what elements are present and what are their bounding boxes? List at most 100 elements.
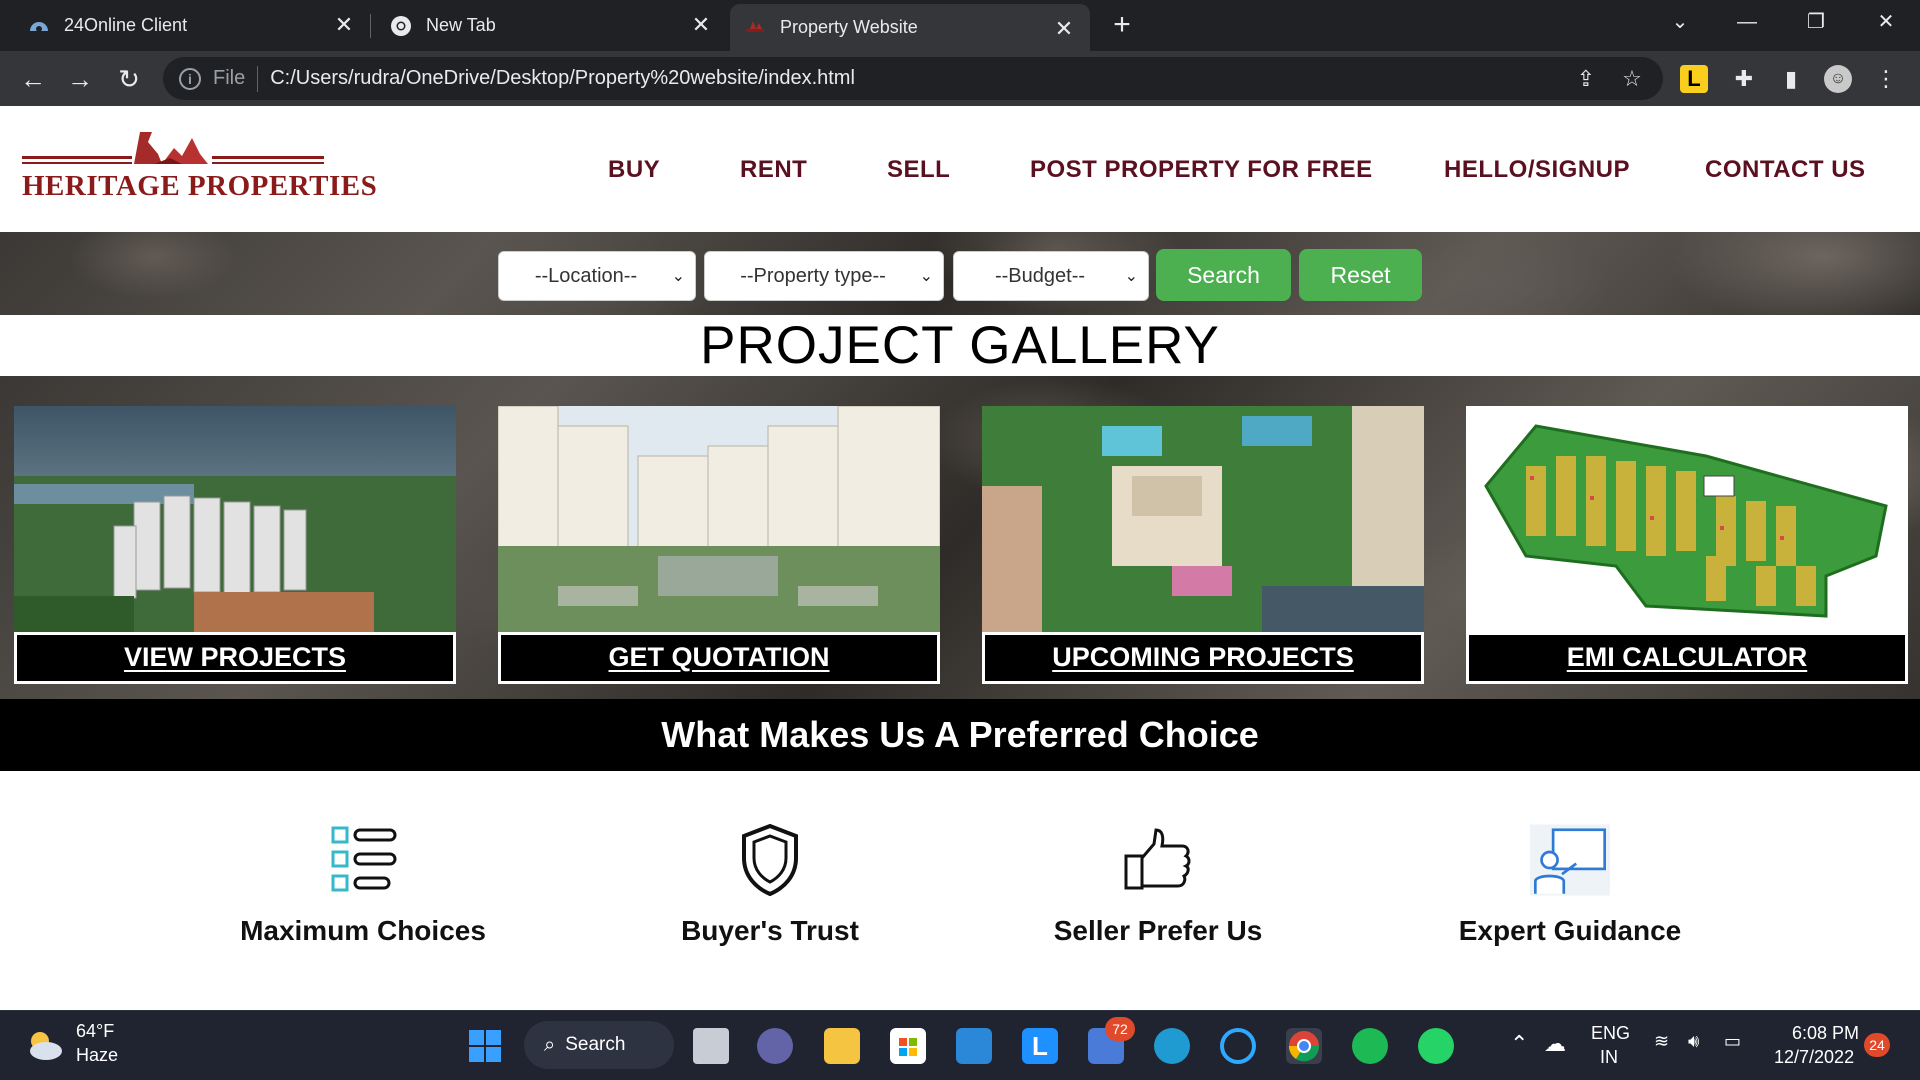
nav-hello-signup[interactable]: HELLO/SIGNUP [1444,156,1630,184]
shield-icon [742,823,798,897]
nav-contact-us[interactable]: CONTACT US [1705,156,1866,184]
project-gallery: VIEW PROJECTS GET QUOTATION UPCOMING PRO… [0,376,1920,699]
checklist-icon [331,826,397,892]
url-text[interactable]: C:/Users/rudra/OneDrive/Desktop/Property… [270,67,855,90]
location-select[interactable]: --Location-- ⌄ [498,251,696,301]
feature-label: Seller Prefer Us [1053,915,1263,946]
close-tab-icon[interactable]: ✕ [332,13,356,37]
teams-chat-icon[interactable] [757,1028,793,1064]
property-type-select[interactable]: --Property type-- ⌄ [704,251,944,301]
wifi-icon[interactable]: ≋ [1654,1031,1669,1052]
cloud-app-icon [28,15,50,37]
weather-desc: Haze [76,1045,119,1065]
taskbar-search-label: Search [565,1034,626,1055]
card-emi-calculator[interactable]: EMI CALCULATOR [1466,406,1908,684]
feature-label: Maximum Choices [240,915,486,946]
plot-layout-map-image [1466,406,1908,632]
clock-date[interactable]: 12/7/2022 [1774,1047,1854,1068]
tab-24online-client[interactable]: 24Online Client ✕ [0,0,370,51]
close-window-button[interactable]: ✕ [1866,8,1906,36]
card-upcoming-projects[interactable]: UPCOMING PROJECTS [982,406,1424,684]
task-view-icon[interactable] [693,1028,729,1064]
restore-button[interactable]: ❐ [1796,8,1836,36]
whatsapp-icon[interactable] [1418,1028,1454,1064]
nav-rent[interactable]: RENT [740,156,807,184]
windows-taskbar: 64°F Haze ⌕ Search L 72 ⌃ ☁ ENG IN ≋ 🔊︎ … [0,1010,1920,1080]
forward-arrow-icon[interactable]: → [63,62,97,96]
address-bar[interactable]: i File C:/Users/rudra/OneDrive/Desktop/P… [163,57,1663,100]
chevron-down-icon: ⌄ [919,268,933,285]
browser-tab-strip: 24Online Client ✕ New Tab ✕ Property Web… [0,0,1920,51]
feature-seller-prefer-us: Seller Prefer Us [978,820,1338,947]
microsoft-store-icon[interactable] [890,1028,926,1064]
presenter-icon [1530,824,1610,896]
view-projects-label[interactable]: VIEW PROJECTS [14,632,456,684]
language-region[interactable]: IN [1600,1047,1618,1068]
mail-icon[interactable] [956,1028,992,1064]
tab-property-website[interactable]: Property Website ✕ [730,4,1090,51]
property-search-bar: --Location-- ⌄ --Property type-- ⌄ --Bud… [0,232,1920,315]
cortana-icon[interactable] [1220,1028,1256,1064]
chevron-down-icon: ⌄ [1124,268,1138,285]
close-tab-icon[interactable]: ✕ [689,13,713,37]
minimize-button[interactable]: — [1727,8,1767,36]
upcoming-projects-label[interactable]: UPCOMING PROJECTS [982,632,1424,684]
new-tab-button[interactable]: + [1107,10,1137,40]
taskbar-search[interactable]: ⌕ Search [524,1021,674,1069]
nav-post-property[interactable]: POST PROPERTY FOR FREE [1030,156,1373,184]
nav-sell[interactable]: SELL [887,156,950,184]
chevron-down-icon: ⌄ [671,268,685,285]
feature-label: Buyer's Trust [681,915,859,946]
volume-icon[interactable]: 🔊︎ [1688,1031,1699,1052]
property-type-select-value: --Property type-- [740,264,886,287]
edge-icon[interactable] [1154,1028,1190,1064]
chevron-up-icon[interactable]: ⌃ [1510,1031,1528,1057]
site-favicon-icon [744,17,766,39]
feature-buyers-trust: Buyer's Trust [590,820,950,947]
notification-count-badge[interactable]: 24 [1864,1033,1890,1057]
search-icon: ⌕ [544,1033,556,1056]
heritage-logo[interactable]: HERITAGE PROPERTIES [22,128,377,210]
extension-l-icon[interactable]: L [1680,65,1708,93]
file-explorer-icon[interactable] [824,1028,860,1064]
search-button[interactable]: Search [1156,249,1291,301]
l-app-icon[interactable]: L [1022,1028,1058,1064]
emi-calculator-label[interactable]: EMI CALCULATOR [1466,632,1908,684]
url-scheme-label: File [213,67,246,89]
share-icon[interactable]: ⇪ [1573,66,1599,92]
chrome-taskbar-icon[interactable] [1286,1028,1322,1064]
thumbs-up-icon [1124,828,1191,890]
nav-buy[interactable]: BUY [608,156,660,184]
reload-icon[interactable]: ↻ [112,62,146,96]
site-header: HERITAGE PROPERTIES BUY RENT SELL POST P… [0,106,1920,232]
aerial-apartment-towers-image [14,406,456,632]
close-tab-icon[interactable]: ✕ [1052,17,1076,41]
info-icon[interactable]: i [179,67,201,90]
feature-label: Expert Guidance [1458,915,1682,946]
side-panel-icon[interactable]: ▮ [1777,65,1805,93]
address-divider [257,65,259,92]
get-quotation-label[interactable]: GET QUOTATION [498,632,940,684]
profile-avatar[interactable]: ☺ [1824,65,1852,93]
reset-button[interactable]: Reset [1299,249,1422,301]
extensions-puzzle-icon[interactable]: ✚ [1730,65,1758,93]
menu-kebab-icon[interactable]: ⋮ [1872,65,1900,93]
back-arrow-icon[interactable]: ← [16,62,50,96]
language-code[interactable]: ENG [1591,1023,1630,1044]
battery-icon[interactable]: ▭ [1724,1031,1741,1052]
tab-title: 24Online Client [64,15,188,35]
weather-widget[interactable]: 64°F Haze [24,1021,134,1071]
budget-select[interactable]: --Budget-- ⌄ [953,251,1149,301]
chrome-icon [390,15,412,37]
tab-new-tab[interactable]: New Tab ✕ [362,0,727,51]
bookmark-star-icon[interactable]: ☆ [1619,66,1645,92]
preferred-choice-heading: What Makes Us A Preferred Choice [0,699,1920,771]
card-get-quotation[interactable]: GET QUOTATION [498,406,940,684]
teams-notification-badge: 72 [1105,1017,1135,1041]
onedrive-cloud-icon[interactable]: ☁ [1544,1031,1566,1057]
windows-start-icon[interactable] [467,1028,503,1064]
clock-time[interactable]: 6:08 PM [1792,1023,1859,1044]
card-view-projects[interactable]: VIEW PROJECTS [14,406,456,684]
spotify-icon[interactable] [1352,1028,1388,1064]
tab-search-icon[interactable]: ⌄ [1660,8,1700,36]
